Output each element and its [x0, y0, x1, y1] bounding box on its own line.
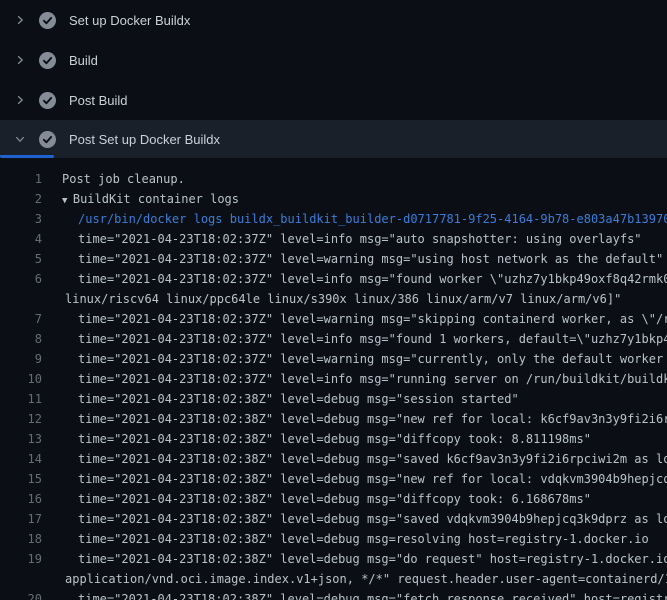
line-number[interactable]: 9: [0, 349, 42, 369]
step-header-build[interactable]: Build: [0, 40, 667, 80]
log-lines: 1 Post job cleanup. 2 ▼ BuildKit contain…: [0, 158, 667, 600]
log-text: time="2021-04-23T18:02:38Z" level=debug …: [42, 469, 667, 489]
log-row: 6 time="2021-04-23T18:02:37Z" level=info…: [0, 269, 667, 289]
chevron-right-icon[interactable]: [14, 94, 26, 106]
success-check-circle-icon: [39, 92, 56, 109]
success-check-circle-icon: [39, 131, 56, 148]
header-focus-accent: [0, 155, 54, 158]
log-row: 1 Post job cleanup.: [0, 169, 667, 189]
step-title: Post Set up Docker Buildx: [69, 132, 220, 147]
chevron-right-icon[interactable]: [14, 14, 26, 26]
log-row: 13 time="2021-04-23T18:02:38Z" level=deb…: [0, 429, 667, 449]
log-text: time="2021-04-23T18:02:38Z" level=debug …: [42, 529, 649, 549]
line-number[interactable]: 6: [0, 269, 42, 289]
log-row: 2 ▼ BuildKit container logs: [0, 189, 667, 209]
log-text: time="2021-04-23T18:02:38Z" level=debug …: [42, 489, 591, 509]
line-number[interactable]: 11: [0, 389, 42, 409]
step-title: Build: [69, 53, 98, 68]
log-row: 19 time="2021-04-23T18:02:38Z" level=deb…: [0, 549, 667, 569]
log-text: time="2021-04-23T18:02:38Z" level=debug …: [42, 589, 667, 600]
log-text: time="2021-04-23T18:02:37Z" level=info m…: [42, 329, 667, 349]
line-number[interactable]: 5: [0, 249, 42, 269]
group-toggle-icon[interactable]: ▼: [62, 196, 73, 206]
chevron-down-icon[interactable]: [14, 133, 26, 145]
line-number[interactable]: 3: [0, 209, 42, 229]
log-text: ▼ BuildKit container logs: [42, 189, 239, 209]
line-number[interactable]: 7: [0, 309, 42, 329]
log-row: 12 time="2021-04-23T18:02:38Z" level=deb…: [0, 409, 667, 429]
log-row: 11 time="2021-04-23T18:02:38Z" level=deb…: [0, 389, 667, 409]
log-row: 4 time="2021-04-23T18:02:37Z" level=info…: [0, 229, 667, 249]
line-number[interactable]: [0, 289, 42, 309]
log-text: time="2021-04-23T18:02:37Z" level=warnin…: [42, 309, 667, 329]
line-number[interactable]: 8: [0, 329, 42, 349]
line-number[interactable]: 10: [0, 369, 42, 389]
log-text: /usr/bin/docker logs buildx_buildkit_bui…: [42, 209, 667, 229]
step-title: Post Build: [69, 93, 128, 108]
line-number[interactable]: 17: [0, 509, 42, 529]
line-number[interactable]: 15: [0, 469, 42, 489]
log-text: time="2021-04-23T18:02:38Z" level=debug …: [42, 509, 667, 529]
actions-log-viewer: Set up Docker Buildx Build Post Build Po…: [0, 0, 667, 600]
log-row: 9 time="2021-04-23T18:02:37Z" level=warn…: [0, 349, 667, 369]
line-number[interactable]: 18: [0, 529, 42, 549]
step-title: Set up Docker Buildx: [69, 13, 190, 28]
step-list: Set up Docker Buildx Build Post Build Po…: [0, 0, 667, 158]
line-number[interactable]: 20: [0, 589, 42, 600]
step-header-set-up-docker-buildx[interactable]: Set up Docker Buildx: [0, 0, 667, 40]
log-text: time="2021-04-23T18:02:38Z" level=debug …: [42, 409, 667, 429]
log-row: 18 time="2021-04-23T18:02:38Z" level=deb…: [0, 529, 667, 549]
log-text: time="2021-04-23T18:02:37Z" level=info m…: [42, 369, 667, 389]
log-row: 5 time="2021-04-23T18:02:37Z" level=warn…: [0, 249, 667, 269]
log-text: time="2021-04-23T18:02:38Z" level=debug …: [42, 429, 591, 449]
log-text: time="2021-04-23T18:02:38Z" level=debug …: [42, 449, 667, 469]
log-row: application/vnd.oci.image.index.v1+json,…: [0, 569, 667, 589]
log-row: linux/riscv64 linux/ppc64le linux/s390x …: [0, 289, 667, 309]
success-check-circle-icon: [39, 52, 56, 69]
line-number[interactable]: 14: [0, 449, 42, 469]
log-text: time="2021-04-23T18:02:37Z" level=info m…: [42, 269, 667, 289]
success-check-circle-icon: [39, 12, 56, 29]
log-row: 15 time="2021-04-23T18:02:38Z" level=deb…: [0, 469, 667, 489]
log-text: time="2021-04-23T18:02:38Z" level=debug …: [42, 389, 519, 409]
log-row: 10 time="2021-04-23T18:02:37Z" level=inf…: [0, 369, 667, 389]
line-number[interactable]: [0, 569, 42, 589]
log-text: Post job cleanup.: [42, 169, 185, 189]
log-row: 17 time="2021-04-23T18:02:38Z" level=deb…: [0, 509, 667, 529]
line-number[interactable]: 2: [0, 189, 42, 209]
log-row: 8 time="2021-04-23T18:02:37Z" level=info…: [0, 329, 667, 349]
log-row: 7 time="2021-04-23T18:02:37Z" level=warn…: [0, 309, 667, 329]
line-number[interactable]: 1: [0, 169, 42, 189]
log-text: time="2021-04-23T18:02:37Z" level=warnin…: [42, 249, 663, 269]
line-number[interactable]: 4: [0, 229, 42, 249]
log-row: 20 time="2021-04-23T18:02:38Z" level=deb…: [0, 589, 667, 600]
line-number[interactable]: 13: [0, 429, 42, 449]
step-header-post-build[interactable]: Post Build: [0, 80, 667, 120]
log-text: application/vnd.oci.image.index.v1+json,…: [42, 569, 667, 589]
log-text: time="2021-04-23T18:02:37Z" level=warnin…: [42, 349, 667, 369]
line-number[interactable]: 19: [0, 549, 42, 569]
log-text: time="2021-04-23T18:02:38Z" level=debug …: [42, 549, 667, 569]
chevron-right-icon[interactable]: [14, 54, 26, 66]
log-row: 14 time="2021-04-23T18:02:38Z" level=deb…: [0, 449, 667, 469]
log-text: linux/riscv64 linux/ppc64le linux/s390x …: [42, 289, 621, 309]
log-text: time="2021-04-23T18:02:37Z" level=info m…: [42, 229, 642, 249]
log-row: 3 /usr/bin/docker logs buildx_buildkit_b…: [0, 209, 667, 229]
step-header-post-set-up-docker-buildx[interactable]: Post Set up Docker Buildx: [0, 120, 667, 158]
line-number[interactable]: 16: [0, 489, 42, 509]
log-row: 16 time="2021-04-23T18:02:38Z" level=deb…: [0, 489, 667, 509]
line-number[interactable]: 12: [0, 409, 42, 429]
